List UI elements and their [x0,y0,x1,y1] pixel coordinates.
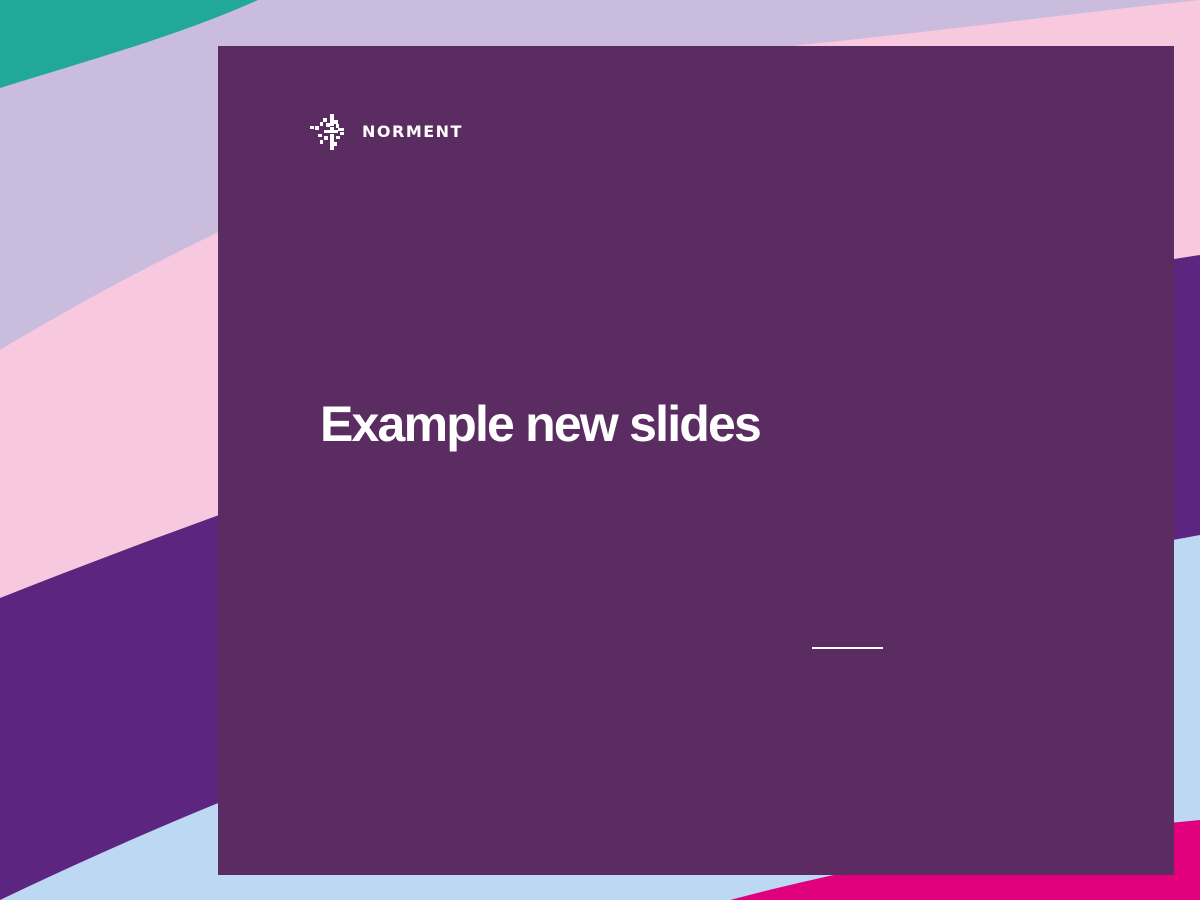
brand-name: NORMENT [362,122,463,141]
norment-logo-icon [310,114,344,150]
title-divider-line [812,647,883,649]
slide-title[interactable]: Example new slides [320,394,762,454]
slide-panel: NORMENT Example new slides [218,46,1174,875]
brand-logo: NORMENT [310,114,463,150]
